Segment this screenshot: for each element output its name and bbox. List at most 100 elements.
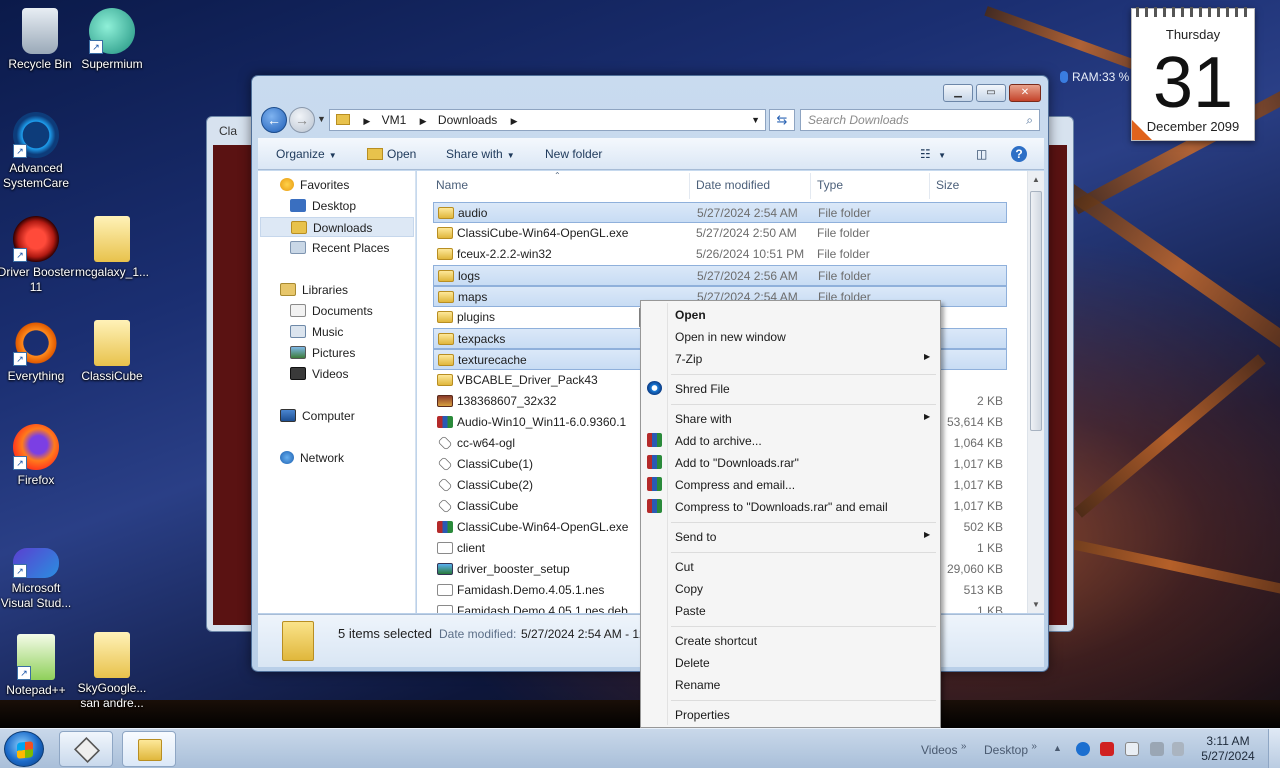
file-row[interactable]: audio 5/27/2024 2:54 AM File folder [433, 202, 1007, 223]
column-header-type[interactable]: Type [817, 178, 843, 192]
file-icon [437, 605, 453, 613]
recent-pages-chevron-icon[interactable]: ▼ [317, 114, 326, 124]
desktop-icon-everything[interactable]: ↗ Everything [0, 320, 76, 384]
menu-item-create-shortcut[interactable]: Create shortcut [675, 634, 757, 648]
menu-item-open[interactable]: Open [675, 308, 706, 322]
file-row[interactable]: logs 5/27/2024 2:56 AM File folder [433, 265, 1007, 286]
nav-pictures[interactable]: Pictures [290, 343, 355, 363]
column-divider[interactable] [810, 173, 811, 199]
search-icon[interactable]: ⌕ [1026, 110, 1033, 130]
menu-item-open-new-window[interactable]: Open in new window [675, 330, 786, 344]
folder-icon [336, 114, 350, 125]
folder-icon [438, 207, 454, 219]
nav-libraries[interactable]: Libraries [280, 280, 348, 300]
column-divider[interactable] [929, 173, 930, 199]
file-name: ClassiCube-Win64-OpenGL.exe [457, 226, 629, 240]
menu-item-properties[interactable]: Properties [675, 708, 730, 722]
volume-icon[interactable] [1172, 742, 1184, 756]
menu-item-cut[interactable]: Cut [675, 560, 694, 574]
nav-videos[interactable]: Videos [290, 364, 348, 384]
menu-item-compress-and-email[interactable]: Compress and email... [675, 478, 795, 492]
desktop-icon-mcgalaxy[interactable]: mcgalaxy_1... [72, 216, 152, 280]
desktop-icon-advanced-systemcare[interactable]: ↗ Advanced SystemCare [0, 112, 76, 191]
downloads-folder-icon [291, 221, 307, 234]
column-divider[interactable] [689, 173, 690, 199]
desktop-icon-notepad-plus-plus[interactable]: ↗ Notepad++ [0, 634, 76, 698]
nav-recent-places[interactable]: Recent Places [290, 238, 389, 258]
menu-item-7zip[interactable]: 7-Zip ▶ [675, 352, 935, 366]
menu-item-copy[interactable]: Copy [675, 582, 703, 596]
nav-downloads[interactable]: Downloads [260, 217, 414, 237]
new-folder-button[interactable]: New folder [545, 147, 602, 161]
vertical-scrollbar[interactable]: ▲ ▼ [1027, 171, 1044, 613]
toolbar-desktop[interactable]: Desktop » [984, 741, 1037, 757]
menu-item-shred-file[interactable]: Shred File [675, 382, 730, 396]
chevron-right-icon[interactable]: ▶ [363, 116, 370, 126]
address-bar[interactable]: ▶ VM1 ▶ Downloads ▶ ▼ [329, 109, 766, 131]
back-button[interactable]: ← [261, 107, 287, 133]
forward-button[interactable]: → [289, 107, 315, 133]
nav-network[interactable]: Network [280, 448, 344, 468]
taskbar-clock[interactable]: 3:11 AM 5/27/2024 [1188, 734, 1268, 764]
desktop-icon-classicube[interactable]: ClassiCube [72, 320, 152, 384]
desktop-icon-visual-studio[interactable]: ↗ Microsoft Visual Stud... [0, 540, 76, 611]
show-desktop-button[interactable] [1268, 729, 1280, 768]
desktop-icon-supermium[interactable]: ↗ Supermium [72, 8, 152, 72]
maximize-button[interactable]: ▭ [976, 84, 1006, 102]
column-header-date[interactable]: Date modified [696, 178, 770, 192]
file-icon [437, 542, 453, 554]
menu-item-add-to-downloads-rar[interactable]: Add to "Downloads.rar" [675, 456, 799, 470]
tray-app-icon[interactable] [1076, 742, 1090, 756]
open-button[interactable]: Open [367, 147, 416, 161]
menu-item-rename[interactable]: Rename [675, 678, 720, 692]
menu-item-add-to-archive[interactable]: Add to archive... [675, 434, 762, 448]
desktop-icon-recycle-bin[interactable]: Recycle Bin [0, 8, 80, 72]
organize-button[interactable]: Organize ▼ [276, 147, 337, 161]
menu-item-delete[interactable]: Delete [675, 656, 710, 670]
menu-item-send-to[interactable]: Send to ▶ [675, 530, 935, 544]
recycle-bin-icon [22, 8, 58, 54]
nav-documents[interactable]: Documents [290, 301, 373, 321]
scrollbar-thumb[interactable] [1030, 191, 1042, 431]
scroll-down-icon[interactable]: ▼ [1032, 600, 1040, 609]
refresh-button[interactable]: ⇆ [769, 109, 795, 131]
menu-item-paste[interactable]: Paste [675, 604, 706, 618]
calendar-gadget[interactable]: Thursday 31 December 2099 [1131, 7, 1255, 141]
show-hidden-icons-chevron-icon[interactable]: ▲ [1053, 743, 1062, 753]
menu-item-share-with[interactable]: Share with ▶ [675, 412, 935, 426]
column-header-size[interactable]: Size [936, 178, 959, 192]
taskbar-button-explorer[interactable] [122, 731, 176, 767]
nav-music[interactable]: Music [290, 322, 343, 342]
taskbar-button-classicube[interactable] [59, 731, 113, 767]
nav-desktop[interactable]: Desktop [290, 196, 356, 216]
close-button[interactable]: ✕ [1009, 84, 1041, 102]
search-input[interactable]: Search Downloads ⌕ [800, 109, 1040, 131]
chevron-right-icon[interactable]: ▶ [511, 116, 518, 126]
scroll-up-icon[interactable]: ▲ [1032, 175, 1040, 184]
help-icon[interactable]: ? [1011, 146, 1027, 162]
minimize-button[interactable]: ▁ [943, 84, 973, 102]
tray-record-icon[interactable] [1100, 742, 1114, 756]
file-name: texpacks [458, 332, 506, 346]
nav-favorites[interactable]: Favorites [280, 175, 349, 195]
breadcrumb-vm1[interactable]: VM1 [382, 113, 407, 127]
shortcut-arrow-icon: ↗ [13, 144, 27, 158]
start-button[interactable] [4, 731, 44, 767]
desktop-icon-driver-booster[interactable]: ↗ Driver Booster 11 [0, 216, 76, 295]
file-row[interactable]: ClassiCube-Win64-OpenGL.exe 5/27/2024 2:5… [433, 223, 1007, 244]
file-row[interactable]: fceux-2.2.2-win32 5/26/2024 10:51 PM File … [433, 244, 1007, 265]
chevron-right-icon[interactable]: ▶ [420, 116, 427, 126]
action-center-flag-icon[interactable] [1125, 742, 1139, 756]
column-header-name[interactable]: Name [436, 178, 468, 192]
breadcrumb-downloads[interactable]: Downloads [438, 113, 497, 127]
nav-computer[interactable]: Computer [280, 406, 355, 426]
network-tray-icon[interactable] [1150, 742, 1164, 756]
desktop-icon-firefox[interactable]: ↗ Firefox [0, 424, 76, 488]
share-with-button[interactable]: Share with ▼ [446, 147, 515, 161]
preview-pane-icon[interactable]: ◫ [976, 147, 987, 161]
menu-item-compress-rar-email[interactable]: Compress to "Downloads.rar" and email [675, 500, 888, 514]
address-history-chevron-icon[interactable]: ▼ [751, 110, 760, 130]
toolbar-videos[interactable]: Videos » [921, 741, 966, 757]
view-options-icon[interactable]: ☷ ▼ [920, 147, 946, 161]
desktop-icon-skygoogle[interactable]: SkyGoogle... san andre... [72, 632, 152, 711]
